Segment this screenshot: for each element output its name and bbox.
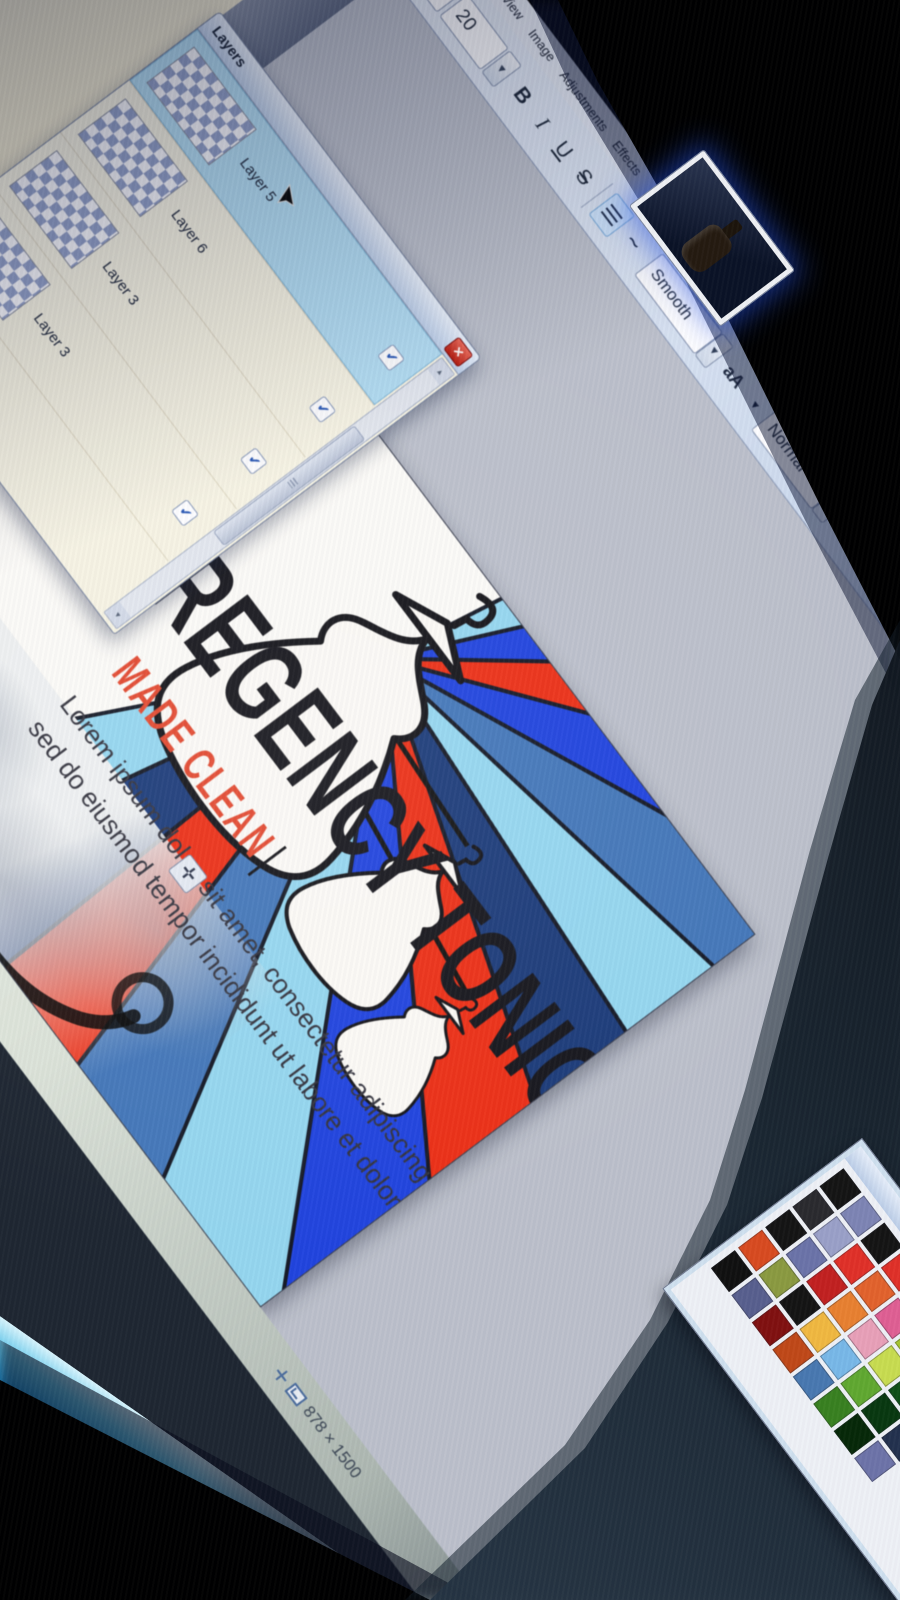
marker-curl: [111, 972, 174, 1035]
blend-mode-value: Normal: [763, 419, 812, 476]
cursor-position-icon: [272, 1366, 292, 1386]
font-style-icon[interactable]: aA: [712, 357, 755, 397]
photographed-monitor: FileEditViewImageAdjustmentsEffects 20 ▾…: [0, 0, 900, 1600]
bottle-icon: [676, 210, 750, 277]
align-left-icon: [600, 203, 623, 227]
font-size-value: 20: [450, 5, 481, 36]
image-size-icon: [284, 1382, 308, 1407]
